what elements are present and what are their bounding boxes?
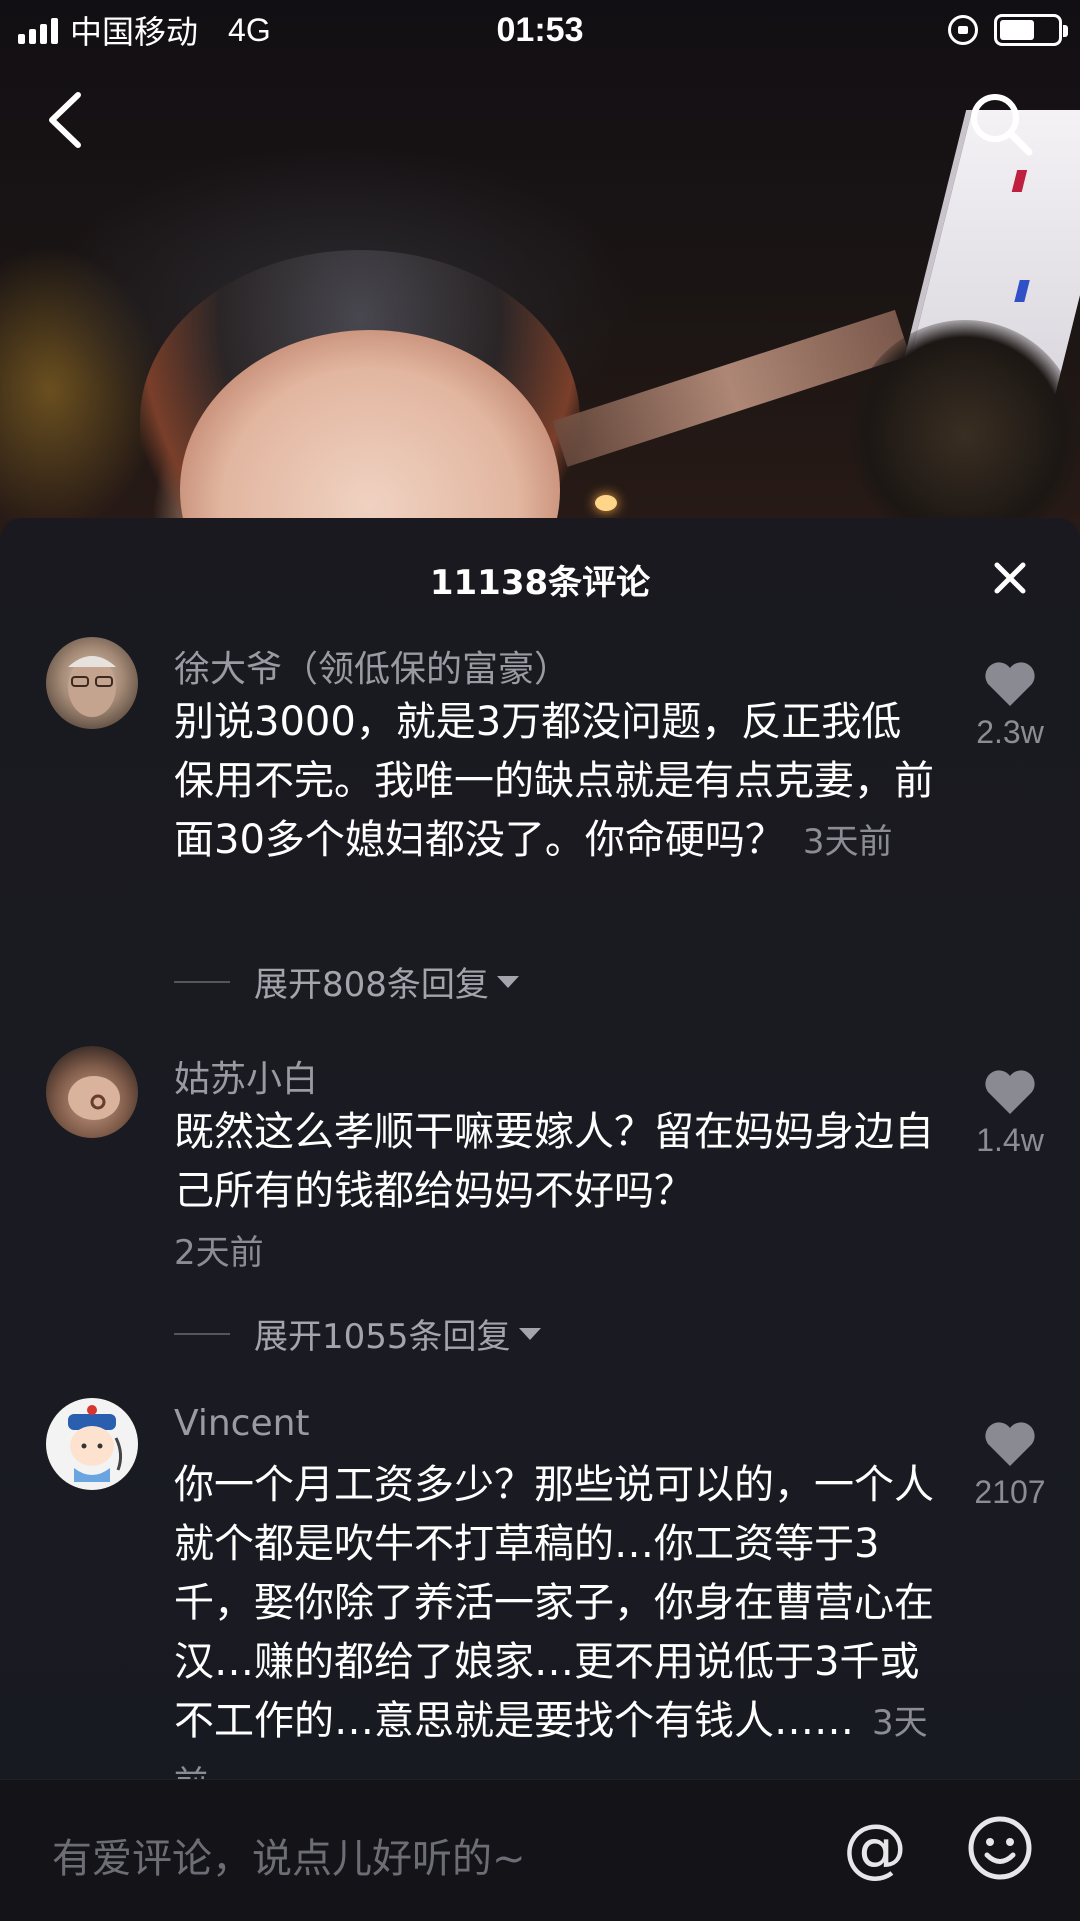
avatar-portrait-icon	[68, 656, 116, 717]
status-left: 中国移动 4G	[18, 7, 271, 53]
avatar-cartoon-icon	[68, 1405, 123, 1482]
video-background-light	[595, 495, 617, 511]
status-bar: 中国移动 4G 01:53	[0, 0, 1080, 60]
orientation-lock-icon	[948, 15, 978, 45]
avatar[interactable]	[46, 1046, 138, 1138]
smiley-icon	[968, 1816, 1032, 1880]
close-icon	[994, 562, 1026, 594]
video-background	[0, 0, 1080, 560]
video-background-tree	[850, 320, 1080, 550]
like-button[interactable]: 2.3w	[960, 660, 1060, 751]
comment-body: 既然这么孝顺干嘛要嫁人？留在妈妈身边自己所有的钱都给妈妈不好吗？	[174, 1109, 934, 1214]
status-right	[948, 14, 1068, 46]
caret-down-icon	[496, 975, 519, 988]
divider-dash	[174, 1332, 230, 1335]
avatar[interactable]	[46, 1398, 138, 1490]
caret-down-icon	[518, 1327, 541, 1340]
carrier-name: 中国移动	[70, 14, 199, 50]
comment-time: 3天前	[802, 822, 893, 862]
expand-replies-button[interactable]: 展开1055条回复	[174, 1309, 541, 1358]
emoji-button[interactable]	[966, 1814, 1034, 1882]
comment-text: 别说3000，就是3万都没问题，反正我低保用不完。我唯一的缺点就是有点克妻，前面…	[174, 693, 934, 872]
expand-replies-label: 展开808条回复	[254, 965, 489, 1005]
expand-replies-label: 展开1055条回复	[254, 1317, 511, 1357]
heart-icon	[985, 1070, 1035, 1114]
divider-dash	[174, 980, 230, 983]
like-count: 2.3w	[976, 714, 1044, 750]
comment-username[interactable]: 姑苏小白	[174, 1050, 318, 1102]
comment-username[interactable]: 徐大爷（领低保的富豪）	[174, 640, 570, 692]
avatar-hand-icon	[68, 1076, 120, 1120]
comment-body: 你一个月工资多少？那些说可以的，一个人就个都是吹牛不打草稿的…你工资等于3千，娶…	[174, 1462, 934, 1744]
comment-time: 2天前	[174, 1233, 264, 1273]
battery-fill	[1000, 20, 1034, 40]
heart-icon	[985, 662, 1035, 706]
battery-icon	[994, 14, 1068, 46]
comment-text: 既然这么孝顺干嘛要嫁人？留在妈妈身边自己所有的钱都给妈妈不好吗？	[174, 1103, 934, 1221]
like-count: 2107	[974, 1474, 1046, 1510]
signal-icon	[18, 16, 58, 44]
search-button[interactable]	[965, 88, 1037, 160]
comment-input[interactable]: 有爱评论，说点儿好听的~	[52, 1826, 526, 1884]
search-icon	[971, 94, 1033, 156]
network-type: 4G	[228, 11, 271, 48]
avatar[interactable]	[46, 637, 138, 729]
close-button[interactable]	[988, 556, 1032, 600]
comment-username[interactable]: Vincent	[174, 1403, 310, 1444]
like-button[interactable]: 1.4w	[960, 1068, 1060, 1159]
mention-button[interactable]: @	[840, 1814, 910, 1884]
comment-text: 你一个月工资多少？那些说可以的，一个人就个都是吹牛不打草稿的…你工资等于3千，娶…	[174, 1456, 934, 1780]
comments-count-title: 11138条评论	[429, 563, 651, 603]
chevron-left-icon	[49, 92, 81, 148]
at-icon: @	[843, 1812, 907, 1886]
back-button[interactable]	[38, 85, 98, 155]
like-button[interactable]: 2107	[960, 1420, 1060, 1511]
heart-icon	[985, 1422, 1035, 1466]
like-count: 1.4w	[976, 1122, 1044, 1158]
expand-replies-button[interactable]: 展开808条回复	[174, 957, 519, 1006]
